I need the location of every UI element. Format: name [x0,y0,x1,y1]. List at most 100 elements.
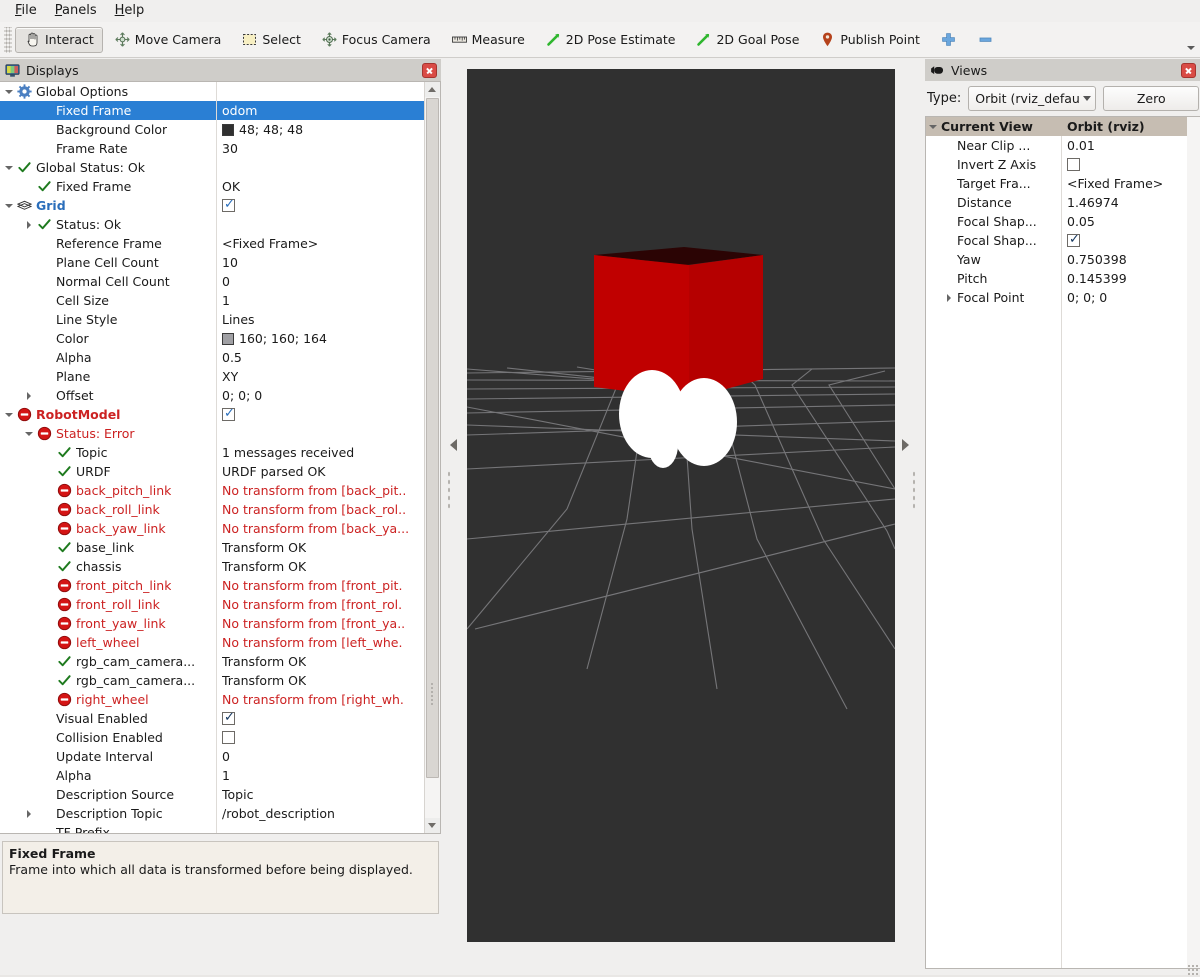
display-row-value-cell[interactable]: OK [218,179,240,194]
display-tree-row[interactable]: front_yaw_link No transform from [front_y… [0,614,424,633]
display-row-value-cell[interactable] [218,408,235,421]
display-tree-row[interactable]: left_wheel No transform from [left_whe. [0,633,424,652]
display-tree-row[interactable]: back_roll_link No transform from [back_ro… [0,500,424,519]
menu-panels[interactable]: Panels [46,2,106,21]
tool-add-tool[interactable] [931,27,966,53]
display-row-value-cell[interactable]: No transform from [back_pit.. [218,483,406,498]
display-row-value-cell[interactable]: <Fixed Frame> [218,236,318,251]
views-row-value-cell[interactable] [1063,234,1080,247]
display-row-value-cell[interactable]: No transform from [front_rol. [218,597,402,612]
displays-tree[interactable]: Global Options Fixed Frame odom Background … [0,81,441,834]
display-tree-row[interactable]: Global Status: Ok [0,158,424,177]
views-tree-row[interactable]: Focal Shap... 0.05 [926,212,1187,231]
display-tree-row[interactable]: Update Interval 0 [0,747,424,766]
display-tree-row[interactable]: Alpha 1 [0,766,424,785]
views-tree-row[interactable]: Target Fra... <Fixed Frame> [926,174,1187,193]
display-tree-row[interactable]: Global Options [0,82,424,101]
views-row-value-cell[interactable]: 0.01 [1063,138,1095,153]
display-row-value-cell[interactable]: Transform OK [218,654,306,669]
views-row-checkbox[interactable] [1067,158,1080,171]
scrollbar-thumb[interactable] [426,98,439,778]
chevron-down-icon[interactable] [4,162,15,173]
display-row-value-cell[interactable]: 1 [218,293,230,308]
views-row-value-cell[interactable]: 0.05 [1063,214,1095,229]
display-tree-row[interactable]: Collision Enabled [0,728,424,747]
display-tree-row[interactable]: front_roll_link No transform from [front_… [0,595,424,614]
views-tree-row[interactable]: Distance 1.46974 [926,193,1187,212]
displays-scrollbar[interactable] [424,82,440,833]
views-tree-row[interactable]: Invert Z Axis [926,155,1187,174]
chevron-down-icon[interactable] [4,200,15,211]
views-scrollbar[interactable] [1187,117,1200,968]
display-row-value-cell[interactable]: 0 [218,274,230,289]
display-row-value-cell[interactable]: 30 [218,141,238,156]
display-row-value-cell[interactable]: Transform OK [218,540,306,555]
views-tree[interactable]: Current View Orbit (rviz) Near Clip ... 0.0… [925,116,1200,969]
display-row-value-cell[interactable]: 10 [218,255,238,270]
display-tree-row[interactable]: Line Style Lines [0,310,424,329]
chevron-right-icon[interactable] [24,808,35,819]
display-tree-row[interactable]: back_yaw_link No transform from [back_ya.… [0,519,424,538]
display-tree-row[interactable]: Description Source Topic [0,785,424,804]
views-tree-row[interactable]: Near Clip ... 0.01 [926,136,1187,155]
display-row-value-cell[interactable]: Transform OK [218,673,306,688]
tool-focus-camera[interactable]: Focus Camera [312,27,440,53]
display-tree-row[interactable]: Status: Ok [0,215,424,234]
display-row-value-cell[interactable]: Lines [218,312,255,327]
display-tree-row[interactable]: Color 160; 160; 164 [0,329,424,348]
chevron-right-icon[interactable] [24,219,35,230]
display-row-value-cell[interactable]: Transform OK [218,559,306,574]
views-row-value-cell[interactable]: 0.750398 [1063,252,1127,267]
display-tree-row[interactable]: Cell Size 1 [0,291,424,310]
tool-remove-tool[interactable] [968,27,1003,53]
chevron-down-icon[interactable] [4,409,15,420]
views-row-checkbox[interactable] [1067,234,1080,247]
display-tree-row[interactable]: Description Topic/robot_description [0,804,424,823]
display-tree-row[interactable]: Fixed Frame odom [0,101,424,120]
enable-checkbox[interactable] [222,199,235,212]
color-swatch[interactable] [222,332,234,345]
display-row-value-cell[interactable]: 0; 0; 0 [218,388,262,403]
display-row-value-cell[interactable]: 0 [218,749,230,764]
tool-move-camera[interactable]: Move Camera [105,27,231,53]
display-row-value-cell[interactable]: No transform from [back_ya... [218,521,409,536]
chevron-right-icon[interactable] [944,292,955,303]
display-tree-row[interactable]: chassis Transform OK [0,557,424,576]
display-row-value-cell[interactable]: 160; 160; 164 [218,331,327,346]
views-row-value-cell[interactable]: 0.145399 [1063,271,1127,286]
display-tree-row[interactable]: rgb_cam_camera... Transform OK [0,671,424,690]
display-row-value-cell[interactable] [218,199,235,212]
views-close-button[interactable] [1181,62,1196,78]
display-row-value-cell[interactable]: 0.5 [218,350,242,365]
display-tree-row[interactable]: Plane XY [0,367,424,386]
views-tree-row[interactable]: Yaw 0.750398 [926,250,1187,269]
menu-help[interactable]: Help [106,2,154,21]
views-row-value-cell[interactable]: 0; 0; 0 [1063,290,1107,305]
zero-button[interactable]: Zero [1103,85,1200,111]
display-row-value-cell[interactable]: Topic [218,787,253,802]
views-tree-row[interactable]: Pitch 0.145399 [926,269,1187,288]
enable-checkbox[interactable] [222,712,235,725]
display-tree-row[interactable]: RobotModel [0,405,424,424]
collapse-left-icon[interactable] [450,439,457,451]
display-row-value-cell[interactable]: 48; 48; 48 [218,122,303,137]
display-row-value-cell[interactable]: No transform from [front_ya.. [218,616,405,631]
display-tree-row[interactable]: Grid [0,196,424,215]
display-tree-row[interactable]: Normal Cell Count 0 [0,272,424,291]
display-tree-row[interactable]: Status: Error [0,424,424,443]
enable-checkbox[interactable] [222,731,235,744]
views-row-value-cell[interactable] [1063,158,1080,171]
display-tree-row[interactable]: Fixed Frame OK [0,177,424,196]
display-tree-row[interactable]: URDF URDF parsed OK [0,462,424,481]
display-tree-row[interactable]: Alpha 0.5 [0,348,424,367]
display-tree-row[interactable]: Reference Frame <Fixed Frame> [0,234,424,253]
displays-close-button[interactable] [422,62,437,78]
views-splitter-handle[interactable] [897,0,919,918]
display-row-value-cell[interactable]: 1 [218,768,230,783]
display-row-value-cell[interactable] [218,712,235,725]
display-tree-row[interactable]: Frame Rate 30 [0,139,424,158]
chevron-down-icon[interactable] [928,121,939,132]
menu-file[interactable]: File [6,2,46,21]
chevron-down-icon[interactable] [24,428,35,439]
display-row-value-cell[interactable]: URDF parsed OK [218,464,326,479]
